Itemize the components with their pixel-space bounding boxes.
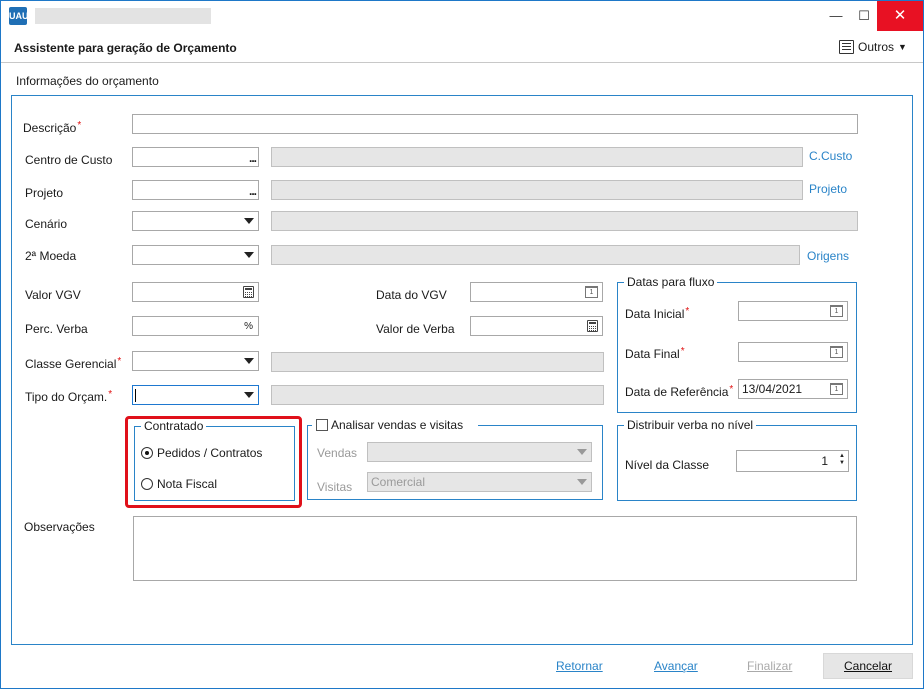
valor-vgv-input[interactable] <box>132 282 259 302</box>
nivel-classe-label: Nível da Classe <box>625 458 710 472</box>
header-bar: Assistente para geração de Orçamento Out… <box>1 31 923 63</box>
required-marker: * <box>729 384 734 395</box>
data-final-label: Data Final* <box>625 346 685 361</box>
descricao-input[interactable] <box>132 114 858 134</box>
chevron-down-icon: ▼ <box>898 42 907 52</box>
section-title: Informações do orçamento <box>16 74 159 88</box>
calendar-icon[interactable]: 1 <box>830 383 843 395</box>
minimize-icon[interactable]: — <box>821 1 851 31</box>
moeda-select[interactable] <box>132 245 259 265</box>
calendar-icon[interactable]: 1 <box>585 286 598 298</box>
cenario-select[interactable] <box>132 211 259 231</box>
retornar-button[interactable]: Retornar <box>556 659 603 673</box>
valor-verba-label: Valor de Verba <box>376 322 455 336</box>
outros-label: Outros <box>858 40 895 54</box>
tipo-orcam-select[interactable] <box>132 385 259 405</box>
data-referencia-input[interactable]: 13/04/2021 1 <box>738 379 848 399</box>
datas-fluxo-title: Datas para fluxo <box>624 275 718 289</box>
centro-custo-description <box>271 147 803 167</box>
required-marker: * <box>108 389 113 400</box>
avancar-button[interactable]: Avançar <box>654 659 698 673</box>
vendas-label: Vendas <box>317 446 358 460</box>
data-final-input[interactable]: 1 <box>738 342 848 362</box>
calendar-icon[interactable]: 1 <box>830 305 843 317</box>
window-title-redacted <box>35 8 211 24</box>
centro-custo-label: Centro de Custo <box>25 153 113 167</box>
finalizar-button[interactable]: Finalizar <box>747 659 792 673</box>
dropdown-arrow-icon <box>244 392 254 398</box>
perc-verba-input[interactable]: % <box>132 316 259 336</box>
required-marker: * <box>685 306 690 317</box>
nivel-classe-value: 1 <box>821 454 828 468</box>
data-vgv-label: Data do VGV <box>376 288 447 302</box>
required-marker: * <box>117 356 122 367</box>
app-logo-icon: UAU <box>9 7 29 25</box>
descricao-label: Descrição* <box>23 120 82 135</box>
percent-icon: % <box>244 321 253 332</box>
data-inicial-input[interactable]: 1 <box>738 301 848 321</box>
projeto-link[interactable]: Projeto <box>809 182 847 196</box>
maximize-icon[interactable]: ☐ <box>849 1 879 31</box>
lookup-button[interactable]: ... <box>249 149 257 167</box>
projeto-label: Projeto <box>25 186 64 200</box>
analisar-label[interactable]: Analisar vendas e visitas <box>331 418 463 432</box>
origens-link[interactable]: Origens <box>807 249 849 263</box>
contratado-title: Contratado <box>141 419 207 433</box>
dropdown-arrow-icon <box>244 252 254 258</box>
data-inicial-label: Data Inicial* <box>625 306 690 321</box>
visitas-select: Comercial <box>367 472 592 492</box>
pedidos-contratos-radio[interactable] <box>141 447 153 459</box>
perc-verba-label: Perc. Verba <box>25 322 88 336</box>
projeto-input[interactable]: ... <box>132 180 259 200</box>
visitas-label: Visitas <box>317 480 353 494</box>
dropdown-arrow-icon <box>577 479 587 485</box>
title-bar: UAU — ☐ ✕ <box>1 1 923 31</box>
visitas-value: Comercial <box>371 475 426 489</box>
dropdown-arrow-icon <box>244 218 254 224</box>
cenario-description <box>271 211 858 231</box>
vendas-select <box>367 442 592 462</box>
centro-custo-input[interactable]: ... <box>132 147 259 167</box>
page-title: Assistente para geração de Orçamento <box>14 41 237 55</box>
data-vgv-input[interactable]: 1 <box>470 282 603 302</box>
nivel-classe-spinner[interactable]: 1 ▲ ▼ <box>736 450 849 472</box>
valor-vgv-label: Valor VGV <box>25 288 81 302</box>
classe-gerencial-label: Classe Gerencial* <box>25 356 122 371</box>
analisar-checkbox[interactable] <box>316 419 328 431</box>
observacoes-label: Observações <box>24 520 95 534</box>
cancelar-button[interactable]: Cancelar <box>823 653 913 679</box>
distribuir-title: Distribuir verba no nível <box>624 418 757 432</box>
tipo-orcam-label: Tipo do Orçam.* <box>25 389 113 404</box>
nota-fiscal-label[interactable]: Nota Fiscal <box>157 477 217 491</box>
nota-fiscal-radio[interactable] <box>141 478 153 490</box>
outros-menu-button[interactable]: Outros ▼ <box>839 37 907 57</box>
cenario-label: Cenário <box>25 217 68 231</box>
required-marker: * <box>77 120 82 131</box>
dropdown-arrow-icon <box>244 358 254 364</box>
tipo-orcam-description <box>271 385 604 405</box>
moeda-label: 2ª Moeda <box>25 249 77 263</box>
list-icon <box>839 40 854 54</box>
text-cursor <box>135 389 136 402</box>
cancelar-label: Cancelar <box>843 659 893 673</box>
required-marker: * <box>680 346 685 357</box>
assistant-window: UAU — ☐ ✕ Assistente para geração de Orç… <box>0 0 924 689</box>
calculator-icon[interactable] <box>587 320 598 332</box>
calendar-icon[interactable]: 1 <box>830 346 843 358</box>
spinner-arrows-icon[interactable]: ▲ ▼ <box>839 453 845 467</box>
data-referencia-value: 13/04/2021 <box>742 382 803 396</box>
dropdown-arrow-icon <box>577 449 587 455</box>
data-referencia-label: Data de Referência* <box>625 384 734 399</box>
valor-verba-input[interactable] <box>470 316 603 336</box>
c-custo-link[interactable]: C.Custo <box>809 149 852 163</box>
projeto-description <box>271 180 803 200</box>
classe-gerencial-select[interactable] <box>132 351 259 371</box>
calculator-icon[interactable] <box>243 286 254 298</box>
observacoes-textarea[interactable] <box>133 516 857 581</box>
close-icon[interactable]: ✕ <box>877 1 923 31</box>
classe-gerencial-description <box>271 352 604 372</box>
moeda-description <box>271 245 800 265</box>
pedidos-contratos-label[interactable]: Pedidos / Contratos <box>157 446 262 460</box>
lookup-button[interactable]: ... <box>249 182 257 200</box>
